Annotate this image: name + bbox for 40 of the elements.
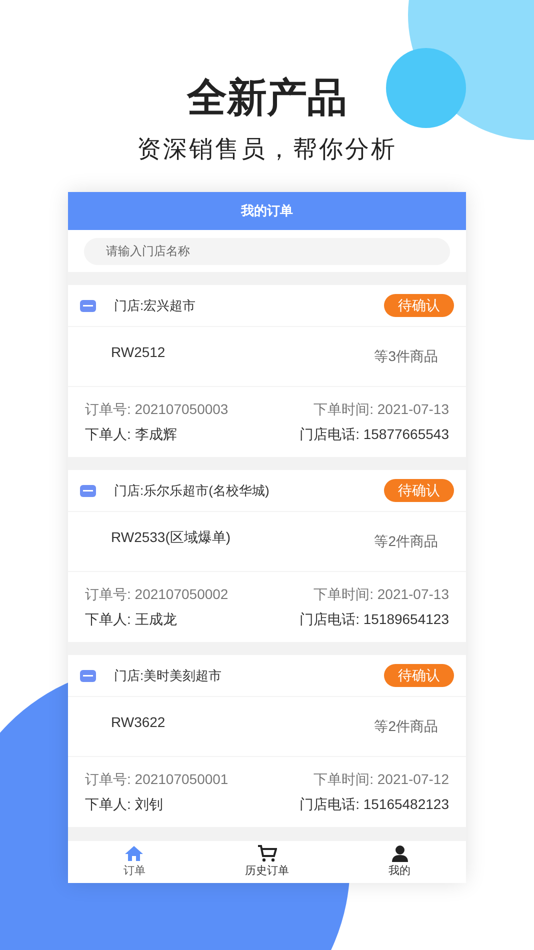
order-number: 订单号: 202107050003 [85,400,228,419]
order-card[interactable]: 门店:美时美刻超市 待确认 RW3622 等2件商品 订单号: 202107050001 下单时间: 2021-07-12 下单人: 刘钊 门店电话: 15165482123 [68,655,466,827]
status-badge: 待确认 [384,664,454,687]
tab-item[interactable]: 订单 [68,841,201,883]
orderer: 下单人: 刘钊 [85,795,163,814]
product-code: RW3622 [111,713,166,732]
order-time: 下单时间: 2021-07-13 [314,400,449,419]
headline: 全新产品 [187,75,347,122]
store-phone: 门店电话: 15189654123 [300,610,449,629]
status-badge: 待确认 [384,294,454,317]
store-icon [80,670,96,682]
tab-item[interactable]: 我的 [333,841,466,883]
order-card[interactable]: 门店:宏兴超市 待确认 RW2512 等3件商品 订单号: 202107050003 下单时间: 2021-07-13 下单人: 李成辉 门店电话: 15877665543 [68,285,466,457]
order-time: 下单时间: 2021-07-12 [314,770,449,789]
tab-item[interactable]: 历史订单 [200,841,334,883]
cart-icon [257,844,277,862]
order-card[interactable]: 门店:乐尔乐超市(名校华城) 待确认 RW2533(区域爆单) 等2件商品 订单号: 202107050002 下单时间: 2021-07-13 下单人: 王成龙 门店电话: 15189654123 [68,470,466,642]
store-name: 门店:美时美刻超市 [114,666,223,685]
order-time: 下单时间: 2021-07-13 [314,585,449,604]
store-icon [80,484,96,496]
item-count: 等3件商品 [374,347,438,366]
user-icon [390,844,409,862]
app-header: 我的订单 [68,192,466,230]
item-count: 等2件商品 [374,717,438,736]
order-number: 订单号: 202107050002 [85,585,228,604]
store-name: 门店:宏兴超市 [114,296,197,315]
status-badge: 待确认 [384,479,454,502]
orderer: 下单人: 李成辉 [85,425,177,444]
orderer: 下单人: 王成龙 [85,610,177,629]
store-name: 门店:乐尔乐超市(名校华城) [114,482,270,500]
store-phone: 门店电话: 15877665543 [300,425,449,444]
order-number: 订单号: 202107050001 [85,770,228,789]
store-icon [80,300,96,312]
product-code: RW2533(区域爆单) [111,528,231,547]
search-field[interactable]: 请输入门店名称 [84,238,450,264]
product-code: RW2512 [111,343,166,362]
store-phone: 门店电话: 15165482123 [300,795,449,814]
home-icon [124,844,144,862]
item-count: 等2件商品 [374,532,438,551]
subtitle: 资深销售员，帮你分析 [137,135,397,165]
